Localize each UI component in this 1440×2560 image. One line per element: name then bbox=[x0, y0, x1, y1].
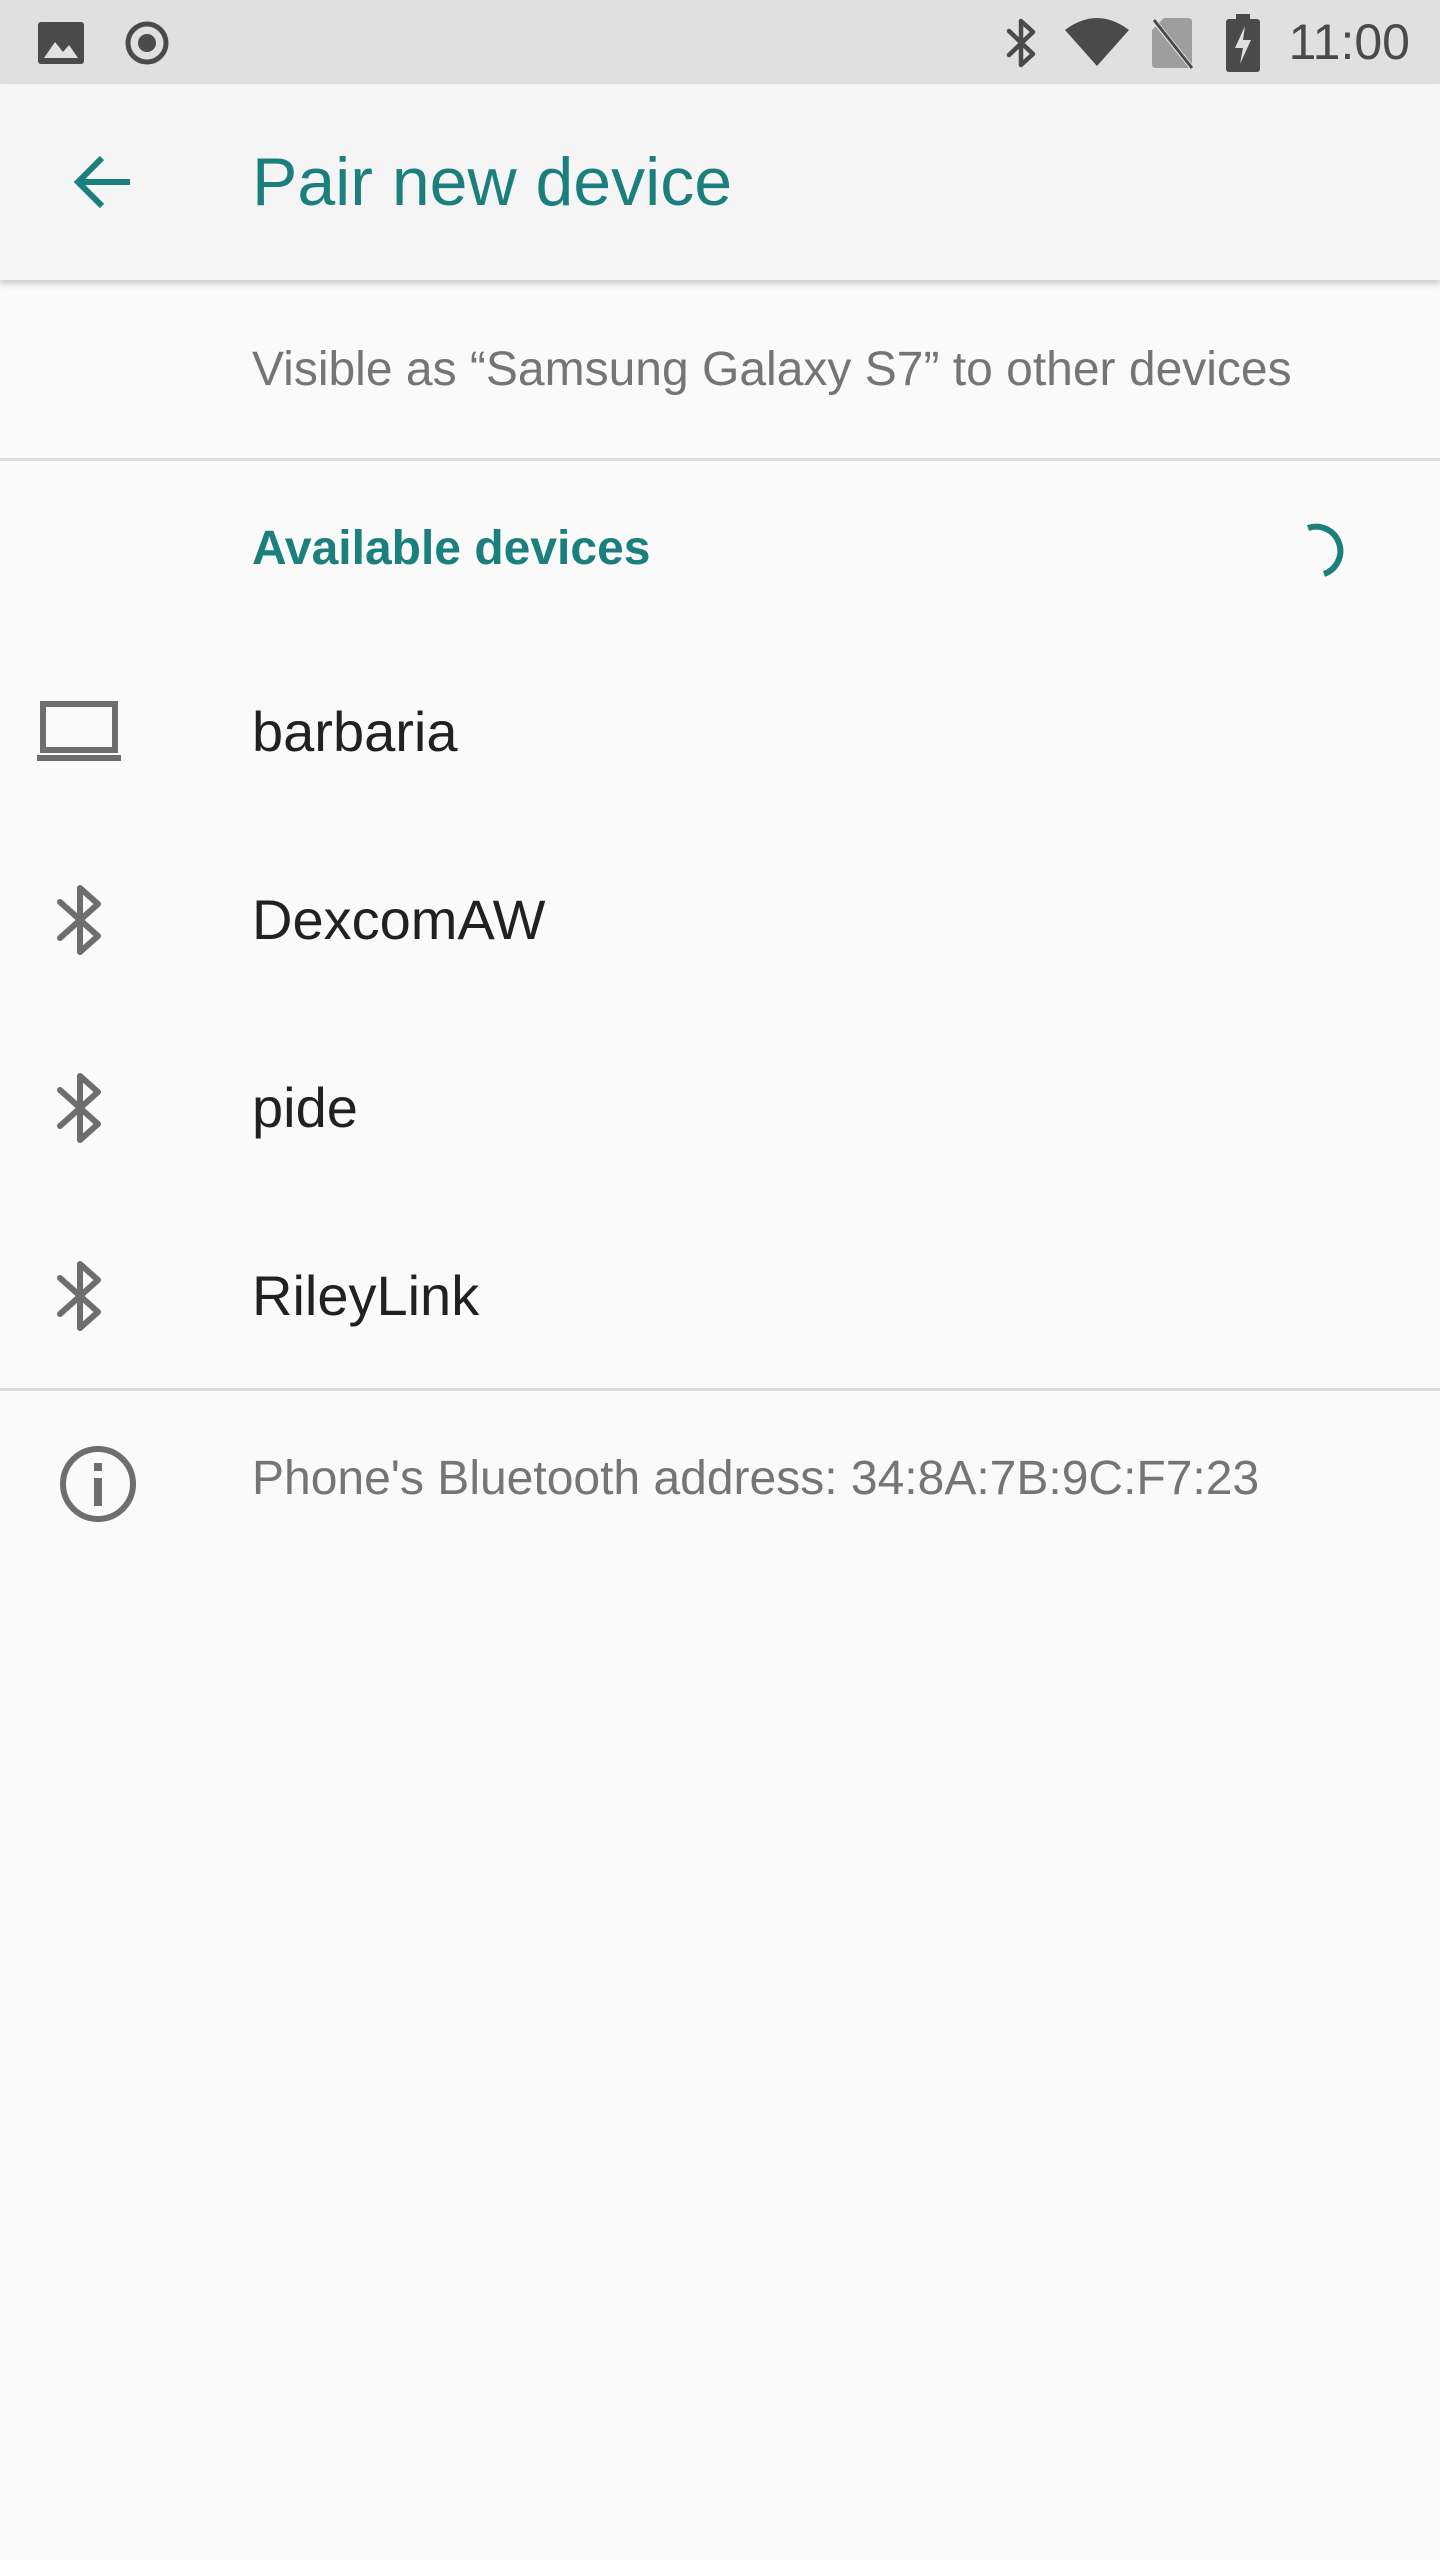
device-name: DexcomAW bbox=[252, 888, 546, 951]
status-bar: 11:00 bbox=[0, 0, 1440, 84]
divider bbox=[0, 1388, 1440, 1391]
bluetooth-icon bbox=[30, 1246, 130, 1346]
device-item-pide[interactable]: pide bbox=[0, 1014, 1440, 1202]
bluetooth-address-row: Phone's Bluetooth address: 34:8A:7B:9C:F… bbox=[0, 1394, 1440, 1574]
visible-as-text: Visible as “Samsung Galaxy S7” to other … bbox=[252, 343, 1292, 396]
device-item-barbaria[interactable]: barbaria bbox=[0, 638, 1440, 826]
back-button[interactable] bbox=[52, 130, 156, 234]
bluetooth-icon bbox=[30, 1058, 130, 1158]
visible-as-row: Visible as “Samsung Galaxy S7” to other … bbox=[0, 280, 1440, 460]
wifi-icon bbox=[1065, 18, 1129, 66]
bluetooth-icon bbox=[30, 870, 130, 970]
device-item-dexcomaw[interactable]: DexcomAW bbox=[0, 826, 1440, 1014]
info-icon bbox=[60, 1446, 136, 1522]
device-name: barbaria bbox=[252, 700, 458, 763]
device-name: pide bbox=[252, 1076, 358, 1139]
loading-spinner-icon bbox=[1307, 523, 1344, 577]
no-sim-icon bbox=[1150, 16, 1194, 70]
status-time: 11:00 bbox=[1288, 14, 1410, 70]
section-title: Available devices bbox=[252, 522, 651, 575]
page-title: Pair new device bbox=[252, 144, 733, 220]
laptop-icon bbox=[30, 682, 130, 782]
bluetooth-address-text: Phone's Bluetooth address: 34:8A:7B:9C:F… bbox=[252, 1452, 1260, 1505]
device-item-rileylink[interactable]: RileyLink bbox=[0, 1202, 1440, 1390]
record-icon bbox=[125, 21, 169, 65]
app-bar: Pair new device bbox=[0, 84, 1440, 280]
available-devices-header: Available devices bbox=[0, 464, 1440, 634]
bluetooth-icon bbox=[1006, 18, 1036, 68]
divider bbox=[0, 458, 1440, 461]
battery-charging-icon bbox=[1226, 14, 1260, 72]
arrow-left-icon bbox=[73, 155, 130, 209]
image-icon bbox=[38, 22, 84, 64]
device-name: RileyLink bbox=[252, 1264, 480, 1327]
